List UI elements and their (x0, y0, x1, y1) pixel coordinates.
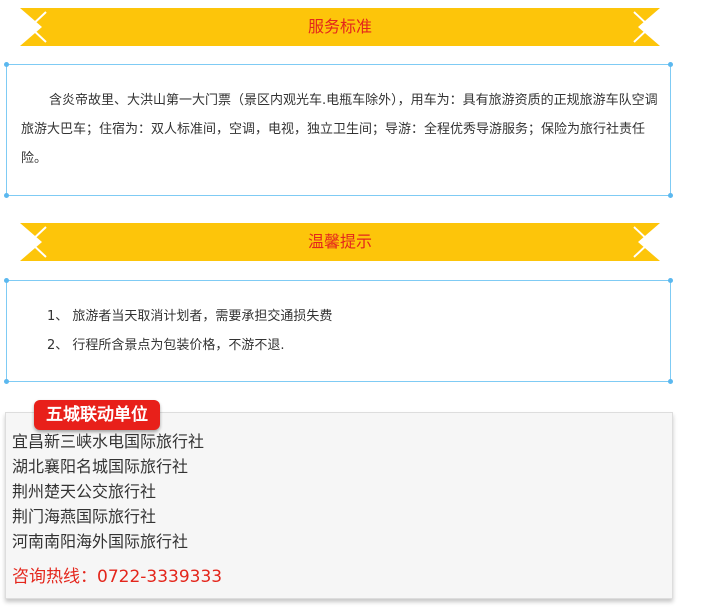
agency-item: 宜昌新三峡水电国际旅行社 (12, 432, 205, 451)
tips-banner: 温馨提示 (20, 223, 660, 261)
partners-tag: 五城联动单位 (34, 400, 160, 430)
corner-dot (668, 193, 673, 198)
tips-box: 1、 旅游者当天取消计划者，需要承担交通损失费 2、 行程所含景点为包装价格，不… (4, 278, 673, 384)
hotline: 咨询热线：0722-3339333 (12, 567, 223, 587)
corner-dot (4, 379, 9, 384)
corner-dot (4, 278, 9, 283)
tip-item: 1、 旅游者当天取消计划者，需要承担交通损失费 (47, 309, 333, 324)
corner-dot (668, 379, 673, 384)
service-standard-text: 含炎帝故里、大洪山第一大门票（景区内观光车.电瓶车除外），用车为：具有旅游资质的… (21, 93, 658, 166)
agency-item: 荆门海燕国际旅行社 (12, 507, 157, 526)
corner-dot (668, 62, 673, 67)
corner-dot (668, 278, 673, 283)
corner-dot (4, 193, 9, 198)
tip-item: 2、 行程所含景点为包装价格，不游不退. (47, 338, 285, 353)
tips-title: 温馨提示 (307, 232, 372, 251)
agency-item: 河南南阳海外国际旅行社 (12, 532, 189, 551)
service-standard-box: 含炎帝故里、大洪山第一大门票（景区内观光车.电瓶车除外），用车为：具有旅游资质的… (4, 62, 673, 198)
service-standard-banner: 服务标准 (20, 8, 660, 46)
agency-item: 湖北襄阳名城国际旅行社 (12, 457, 189, 476)
service-standard-title: 服务标准 (307, 17, 372, 36)
agency-list: 宜昌新三峡水电国际旅行社 湖北襄阳名城国际旅行社 荆州楚天公交旅行社 荆门海燕国… (12, 429, 204, 554)
partners-panel: 五城联动单位 宜昌新三峡水电国际旅行社 湖北襄阳名城国际旅行社 荆州楚天公交旅行… (5, 400, 673, 599)
tips-list: 1、 旅游者当天取消计划者，需要承担交通损失费 2、 行程所含景点为包装价格，不… (47, 302, 332, 360)
corner-dot (4, 62, 9, 67)
agency-item: 荆州楚天公交旅行社 (12, 482, 157, 501)
